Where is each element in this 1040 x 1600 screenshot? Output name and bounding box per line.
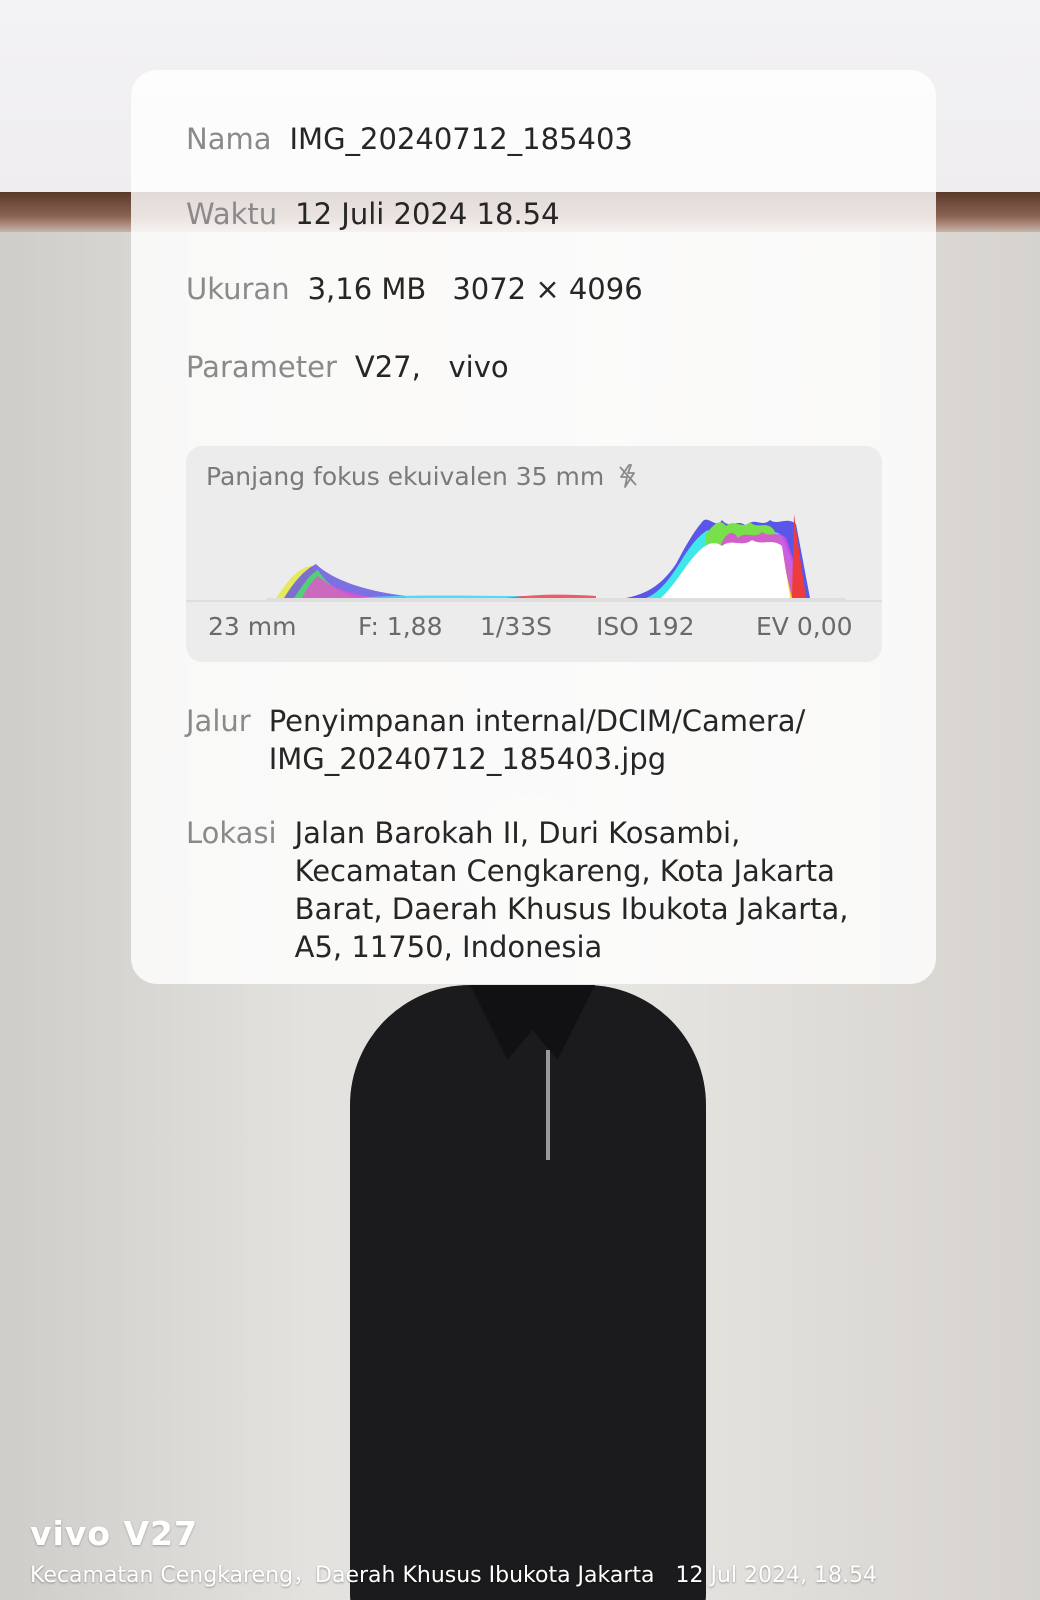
rgb-histogram	[266, 514, 846, 600]
focal-length-value: 23 mm	[208, 612, 297, 641]
histogram-panel: Panjang fokus ekuivalen 35 mm 23 mm F: 1…	[186, 446, 882, 662]
name-row: Nama IMG_20240712_185403	[186, 122, 633, 156]
location-label: Lokasi	[186, 816, 277, 850]
path-value: Penyimpanan internal/DCIM/Camera/ IMG_20…	[269, 702, 806, 778]
histogram-title: Panjang fokus ekuivalen 35 mm	[206, 462, 638, 491]
photo-person-body	[350, 985, 706, 1600]
location-row: Lokasi Jalan Barokah II, Duri Kosambi, K…	[186, 814, 849, 966]
location-line: A5, 11750, Indonesia	[294, 930, 603, 964]
size-label: Ukuran	[186, 272, 290, 306]
path-label: Jalur	[186, 704, 251, 738]
dimensions-value: 3072 × 4096	[452, 272, 643, 306]
photo-viewer: Nama IMG_20240712_185403 Waktu 12 Juli 202…	[0, 0, 1040, 1600]
location-value: Jalan Barokah II, Duri Kosambi, Kecamata…	[295, 814, 849, 966]
path-line: IMG_20240712_185403.jpg	[268, 742, 667, 776]
location-line: Barat, Daerah Khusus Ibukota Jakarta,	[294, 892, 849, 926]
camera-watermark-brand: vivo V27	[30, 1514, 198, 1553]
ev-value: EV 0,00	[756, 612, 853, 641]
flash-off-icon	[618, 462, 638, 491]
path-row: Jalur Penyimpanan internal/DCIM/Camera/ …	[186, 702, 805, 778]
name-label: Nama	[186, 122, 272, 156]
file-size-value: 3,16 MB	[307, 272, 427, 306]
parameter-row: Parameter V27, vivo	[186, 350, 509, 384]
time-row: Waktu 12 Juli 2024 18.54	[186, 197, 560, 231]
time-value: 12 Juli 2024 18.54	[295, 197, 560, 231]
exif-params: 23 mm F: 1,88 1/33S ISO 192 EV 0,00	[186, 612, 882, 652]
camera-watermark-caption: Kecamatan Cengkareng，Daerah Khusus Ibuko…	[30, 1563, 877, 1588]
photo-zipper	[546, 1050, 550, 1160]
shutter-value: 1/33S	[480, 612, 553, 641]
photo-details-card: Nama IMG_20240712_185403 Waktu 12 Juli 202…	[131, 70, 936, 984]
size-row: Ukuran 3,16 MB 3072 × 4096	[186, 272, 643, 306]
time-label: Waktu	[186, 197, 278, 231]
histogram-divider	[186, 600, 882, 602]
aperture-value: F: 1,88	[358, 612, 443, 641]
focal-equivalent-label: Panjang fokus ekuivalen 35 mm	[206, 462, 605, 491]
location-line: Jalan Barokah II, Duri Kosambi,	[294, 816, 741, 850]
parameter-label: Parameter	[186, 350, 337, 384]
name-value: IMG_20240712_185403	[289, 122, 633, 156]
path-line: Penyimpanan internal/DCIM/Camera/	[268, 704, 806, 738]
parameter-value: V27, vivo	[354, 350, 509, 384]
iso-value: ISO 192	[596, 612, 695, 641]
location-line: Kecamatan Cengkareng, Kota Jakarta	[294, 854, 835, 888]
